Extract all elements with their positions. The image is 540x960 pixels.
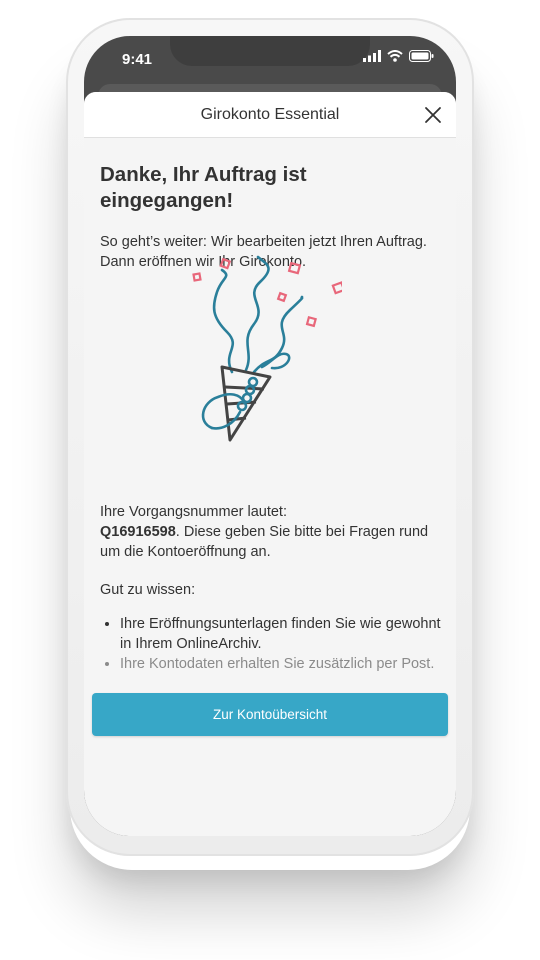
phone-screen: 9:41 Girokonto Essential Danke, Ihr Auft… bbox=[84, 36, 456, 836]
sheet-header: Girokonto Essential bbox=[84, 92, 456, 138]
info-bullets: Ihre Eröffnungsunterlagen finden Sie wie… bbox=[100, 614, 442, 674]
notch bbox=[170, 36, 370, 66]
battery-icon bbox=[409, 50, 434, 62]
modal-sheet: Girokonto Essential Danke, Ihr Auftrag i… bbox=[84, 92, 456, 836]
signal-icon bbox=[363, 50, 381, 62]
close-icon[interactable] bbox=[422, 104, 444, 126]
account-overview-button[interactable]: Zur Kontoübersicht bbox=[92, 693, 448, 736]
reference-number: Q16916598 bbox=[100, 524, 176, 540]
reference-label: Ihre Vorgangsnummer lautet: bbox=[100, 504, 287, 520]
sheet-title: Girokonto Essential bbox=[200, 106, 340, 123]
good-to-know-label: Gut zu wissen: bbox=[100, 582, 196, 598]
status-bar: 9:41 bbox=[84, 36, 456, 88]
list-item: Ihre Eröffnungsunterlagen finden Sie wie… bbox=[120, 614, 442, 654]
info-block: Ihre Vorgangsnummer lautet: Q16916598. D… bbox=[100, 502, 442, 674]
wifi-icon bbox=[387, 50, 403, 62]
status-icons bbox=[363, 50, 434, 62]
status-time: 9:41 bbox=[122, 51, 153, 68]
list-item: Ihre Kontodaten erhalten Sie zusätzlich … bbox=[120, 654, 442, 674]
party-popper-illustration bbox=[192, 255, 342, 442]
reference-line: Q16916598. Diese geben Sie bitte bei Fra… bbox=[100, 522, 442, 562]
confirmation-headline: Danke, Ihr Auftrag ist eingegangen! bbox=[100, 163, 307, 212]
